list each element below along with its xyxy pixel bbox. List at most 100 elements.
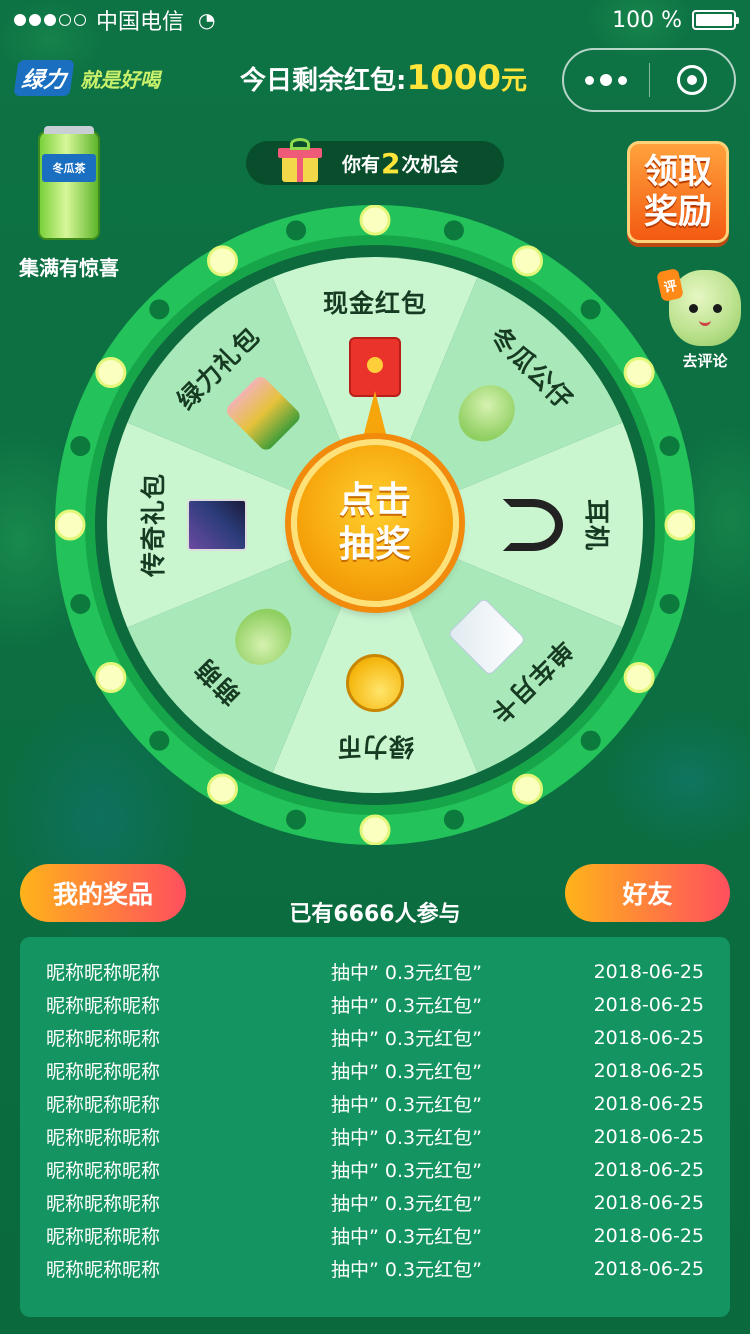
winner-prize: 抽中” 0.3元红包” [331, 1160, 482, 1182]
spin-line1: 点击 [338, 480, 411, 521]
red-envelope-icon [349, 337, 401, 397]
winner-name: 昵称昵称昵称 [46, 1028, 161, 1050]
winner-date: 2018-06-25 [593, 1092, 704, 1115]
winner-prize: 抽中” 0.3元红包” [331, 1259, 482, 1281]
wheel-bulb [55, 509, 86, 541]
wheel-prize-label: 绿力币 [336, 732, 415, 761]
battery-icon [692, 10, 739, 30]
winner-row: 昵称昵称昵称 抽中” 0.3元红包” 2018-06-25 [46, 955, 704, 988]
mini-program-capsule [562, 48, 736, 112]
winner-name: 昵称昵称昵称 [46, 1160, 161, 1182]
headphones-icon [503, 499, 563, 551]
winner-row: 昵称昵称昵称 抽中” 0.3元红包” 2018-06-25 [46, 1153, 704, 1186]
signal-dot [14, 14, 26, 26]
signal-dot [44, 14, 56, 26]
remaining-prefix: 今日剩余红包: [240, 66, 407, 96]
remaining-amount: 1000 [406, 58, 502, 98]
close-mini-program-icon[interactable] [650, 65, 735, 95]
coin-icon [346, 654, 404, 712]
remaining-red-packets: 今日剩余红包:1000元 [240, 58, 527, 98]
wheel-bulb-dark [580, 730, 601, 751]
winner-date: 2018-06-25 [593, 1224, 704, 1247]
wheel-bulb [512, 245, 543, 277]
winner-name: 昵称昵称昵称 [46, 1193, 161, 1215]
winner-row: 昵称昵称昵称 抽中” 0.3元红包” 2018-06-25 [46, 1252, 704, 1285]
wheel-prize-label: 传奇礼包 [139, 473, 168, 578]
game-pack-icon [187, 499, 247, 551]
chance-count: 2 [381, 146, 401, 180]
spin-line2: 抽奖 [338, 524, 411, 565]
carrier-name: 中国电信 [96, 10, 185, 35]
winner-row: 昵称昵称昵称 抽中” 0.3元红包” 2018-06-25 [46, 1054, 704, 1087]
winner-name: 昵称昵称昵称 [46, 1259, 161, 1281]
winner-date: 2018-06-25 [593, 1158, 704, 1181]
winner-date: 2018-06-25 [593, 1026, 704, 1049]
winner-name: 昵称昵称昵称 [46, 1127, 161, 1149]
signal-dot [29, 14, 41, 26]
winner-prize: 抽中” 0.3元红包” [331, 1127, 482, 1149]
signal-dot [59, 14, 71, 26]
wheel-bulb-dark [659, 593, 680, 614]
spin-button[interactable]: 点击 抽奖 [291, 439, 459, 607]
chance-suffix: 次机会 [401, 153, 459, 176]
wheel-bulb [623, 662, 655, 693]
winner-name: 昵称昵称昵称 [46, 995, 161, 1017]
wheel-bulb [512, 773, 543, 805]
battery-percent: 100 % [612, 7, 682, 33]
remaining-unit: 元 [501, 66, 528, 96]
lucky-wheel: 现金红包 冬瓜公仔 耳机 单车月卡 绿力币 萌萌 传奇礼包 绿力礼包 点击 抽奖 [55, 205, 695, 845]
winner-name: 昵称昵称昵称 [46, 1061, 161, 1083]
winner-prize: 抽中” 0.3元红包” [331, 1061, 482, 1083]
wheel-bulb [207, 773, 238, 805]
winner-row: 昵称昵称昵称 抽中” 0.3元红包” 2018-06-25 [46, 988, 704, 1021]
chance-prefix: 你有 [342, 153, 381, 176]
gift-box-icon [278, 138, 322, 182]
wheel-prize-label: 现金红包 [322, 289, 427, 318]
wheel-bulb-dark [286, 809, 307, 830]
winner-prize: 抽中” 0.3元红包” [331, 1226, 482, 1248]
winner-row: 昵称昵称昵称 抽中” 0.3元红包” 2018-06-25 [46, 1087, 704, 1120]
more-menu-icon[interactable] [564, 74, 649, 86]
winner-row: 昵称昵称昵称 抽中” 0.3元红包” 2018-06-25 [46, 1120, 704, 1153]
participants-count: 已有6666人参与 [289, 902, 461, 927]
winner-date: 2018-06-25 [593, 1125, 704, 1148]
wheel-bulb-dark [149, 730, 170, 751]
winner-row: 昵称昵称昵称 抽中” 0.3元红包” 2018-06-25 [46, 1186, 704, 1219]
winner-date: 2018-06-25 [593, 1191, 704, 1214]
signal-dot [74, 14, 86, 26]
wheel-bulb [95, 662, 127, 693]
wheel-bulb [207, 245, 238, 277]
winner-name: 昵称昵称昵称 [46, 1226, 161, 1248]
winner-date: 2018-06-25 [593, 993, 704, 1016]
wheel-bulb-dark [70, 436, 91, 457]
wheel-bulb-dark [443, 220, 464, 241]
winner-row: 昵称昵称昵称 抽中” 0.3元红包” 2018-06-25 [46, 1021, 704, 1054]
wheel-bulb [359, 205, 391, 236]
wheel-bulb [359, 814, 391, 845]
wheel-bulb-dark [286, 220, 307, 241]
winner-name: 昵称昵称昵称 [46, 962, 161, 984]
winner-prize: 抽中” 0.3元红包” [331, 995, 482, 1017]
wheel-bulb-dark [70, 593, 91, 614]
wheel-bulb [664, 509, 695, 541]
wifi-icon: ◔ [198, 8, 216, 32]
claim-reward-line1: 领取 [644, 152, 712, 192]
wheel-bulb-dark [659, 436, 680, 457]
winner-prize: 抽中” 0.3元红包” [331, 962, 482, 984]
winners-list: 昵称昵称昵称 抽中” 0.3元红包” 2018-06-25 昵称昵称昵称 抽中” 0.3… [20, 937, 730, 1317]
status-bar: 中国电信 ◔ 100 % [0, 0, 750, 40]
winner-date: 2018-06-25 [593, 1059, 704, 1082]
wheel-bulb [95, 357, 127, 388]
can-label: 冬瓜茶 [42, 154, 96, 182]
winner-name: 昵称昵称昵称 [46, 1094, 161, 1116]
brand-logo: 绿力 就是好喝 [13, 60, 161, 96]
winner-row: 昵称昵称昵称 抽中” 0.3元红包” 2018-06-25 [46, 1219, 704, 1252]
brand-slogan: 就是好喝 [80, 67, 161, 92]
wheel-bulb-dark [149, 299, 170, 320]
winner-prize: 抽中” 0.3元红包” [331, 1193, 482, 1215]
wheel-bulb-dark [580, 299, 601, 320]
winner-prize: 抽中” 0.3元红包” [331, 1094, 482, 1116]
winner-prize: 抽中” 0.3元红包” [331, 1028, 482, 1050]
signal-strength-icon [14, 14, 86, 26]
wheel-bulb-dark [443, 809, 464, 830]
